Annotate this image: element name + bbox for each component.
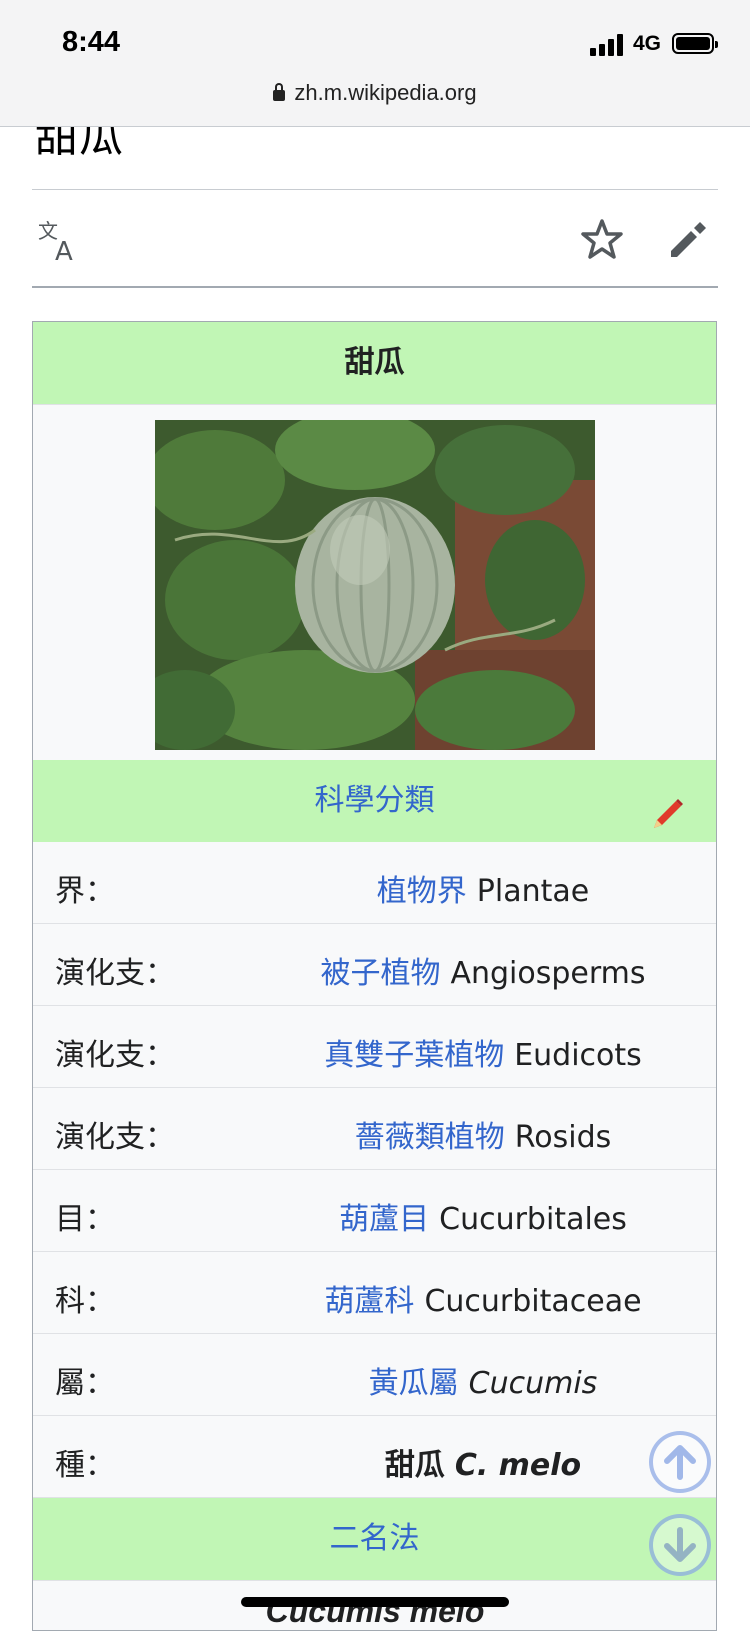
binomial-heading-row: 二名法	[33, 1498, 716, 1581]
taxon-value: 葫蘆目 Cucurbitales	[233, 1194, 733, 1238]
taxon-row: 演化支： 薔薇類植物 Rosids	[33, 1088, 716, 1170]
taxon-row: 演化支： 真雙子葉植物 Eudicots	[33, 1006, 716, 1088]
species-name: 甜瓜	[384, 1448, 445, 1483]
taxon-rank-label: 演化支：	[55, 1120, 175, 1155]
taxon-row: 界： 植物界 Plantae	[33, 842, 716, 924]
taxon-value: 葫蘆科 Cucurbitaceae	[233, 1276, 733, 1320]
taxon-value: 被子植物 Angiosperms	[233, 948, 733, 992]
taxon-row: 演化支： 被子植物 Angiosperms	[33, 924, 716, 1006]
taxobox: 甜瓜 科學分類 界： 植物界 Plantae 演化支： 被子植物 Angiosp…	[32, 321, 717, 1631]
home-indicator[interactable]	[241, 1597, 509, 1607]
taxon-rank-label: 屬：	[55, 1366, 115, 1401]
taxon-latin: Cucurbitaceae	[424, 1284, 642, 1319]
taxon-value: 薔薇類植物 Rosids	[233, 1112, 733, 1156]
taxon-rank-label: 演化支：	[55, 956, 175, 991]
scroll-down-button[interactable]	[649, 1514, 711, 1576]
cantaloupe-melon-photo[interactable]	[135, 410, 595, 750]
status-time: 8:44	[62, 26, 121, 58]
taxon-link[interactable]: 薔薇類植物	[355, 1120, 505, 1155]
taxon-latin: Plantae	[476, 874, 590, 909]
divider	[32, 189, 718, 190]
taxon-value: 真雙子葉植物 Eudicots	[233, 1030, 733, 1074]
scroll-up-button[interactable]	[649, 1431, 711, 1493]
taxon-row: 屬： 黃瓜屬 Cucumis	[33, 1334, 716, 1416]
taxon-link[interactable]: 葫蘆目	[339, 1202, 429, 1237]
edit-pencil-icon[interactable]	[667, 217, 711, 261]
taxon-latin: Eudicots	[514, 1038, 642, 1073]
watch-star-icon[interactable]	[580, 217, 624, 261]
taxon-latin: Rosids	[514, 1120, 612, 1155]
binomial-heading-link[interactable]: 二名法	[330, 1521, 420, 1556]
taxon-latin: Cucumis	[468, 1366, 598, 1401]
network-type: 4G	[633, 32, 662, 55]
translate-icon[interactable]: 文 A	[38, 218, 84, 267]
edit-pencil-icon[interactable]	[650, 782, 686, 828]
taxon-link[interactable]: 葫蘆科	[324, 1284, 414, 1319]
species-row: 種： 甜瓜 C. melo	[33, 1416, 716, 1498]
taxon-rank-label: 目：	[55, 1202, 115, 1237]
arrow-down-icon	[664, 1527, 696, 1562]
infobox-title: 甜瓜	[33, 322, 716, 405]
taxon-row: 科： 葫蘆科 Cucurbitaceae	[33, 1252, 716, 1334]
species-latin: C. melo	[454, 1448, 582, 1483]
taxon-rank-label: 科：	[55, 1284, 115, 1319]
signal-strength-icon	[590, 32, 628, 56]
taxon-rank-label: 種：	[55, 1448, 115, 1483]
taxon-value: 黃瓜屬 Cucumis	[233, 1358, 733, 1402]
taxon-row: 目： 葫蘆目 Cucurbitales	[33, 1170, 716, 1252]
url-text: zh.m.wikipedia.org	[294, 80, 477, 105]
taxonomy-heading-link[interactable]: 科學分類	[315, 783, 435, 818]
taxon-latin: Angiosperms	[450, 956, 646, 991]
battery-icon	[672, 33, 718, 54]
lock-icon	[273, 83, 286, 101]
taxon-rank-label: 演化支：	[55, 1038, 175, 1073]
taxon-latin: Cucurbitales	[439, 1202, 627, 1237]
taxon-rank-label: 界：	[55, 874, 115, 909]
divider	[32, 286, 718, 288]
taxon-value: 植物界 Plantae	[233, 866, 733, 910]
taxon-link[interactable]: 真雙子葉植物	[324, 1038, 504, 1073]
taxon-link[interactable]: 植物界	[377, 874, 467, 909]
taxonomy-heading-row: 科學分類	[33, 760, 716, 843]
address-bar[interactable]: zh.m.wikipedia.org	[0, 80, 750, 106]
svg-text:A: A	[55, 237, 73, 264]
taxon-link[interactable]: 黃瓜屬	[369, 1366, 459, 1401]
taxon-link[interactable]: 被子植物	[320, 956, 440, 991]
status-bar: 8:44 4G zh.m.wikipedia.org	[0, 0, 750, 127]
arrow-up-icon	[664, 1445, 696, 1480]
